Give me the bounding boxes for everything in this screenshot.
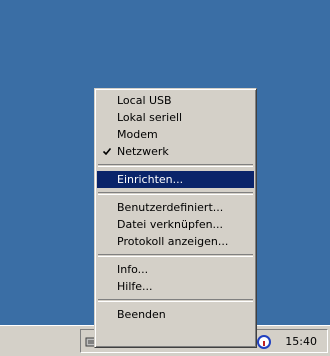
menu-item-local-usb[interactable]: Local USB (97, 92, 254, 109)
menu-item-modem[interactable]: Modem (97, 126, 254, 143)
menu-item-lokal-seriell[interactable]: Lokal seriell (97, 109, 254, 126)
clock[interactable]: 15:40 (285, 335, 317, 349)
menu-item-label: Einrichten... (117, 173, 184, 186)
menu-separator (98, 192, 253, 195)
menu-item-hilfe[interactable]: Hilfe... (97, 278, 254, 295)
menu-separator (98, 254, 253, 257)
menu-item-label: Info... (117, 263, 149, 276)
menu-item-einrichten[interactable]: Einrichten... (97, 171, 254, 188)
menu-item-label: Benutzerdefiniert... (117, 201, 224, 214)
menu-separator (98, 164, 253, 167)
menu-item-beenden[interactable]: Beenden (97, 306, 254, 323)
menu-item-datei-verknuepfen[interactable]: Datei verknüpfen... (97, 216, 254, 233)
menu-item-label: Beenden (117, 308, 166, 321)
menu-separator (98, 299, 253, 302)
menu-item-label: Netzwerk (117, 145, 169, 158)
menu-item-label: Datei verknüpfen... (117, 218, 224, 231)
menu-item-netzwerk[interactable]: Netzwerk (97, 143, 254, 160)
menu-item-protokoll-anzeigen[interactable]: Protokoll anzeigen... (97, 233, 254, 250)
info-icon[interactable] (257, 335, 271, 349)
menu-item-benutzerdefiniert[interactable]: Benutzerdefiniert... (97, 199, 254, 216)
menu-item-label: Local USB (117, 94, 172, 107)
menu-item-label: Lokal seriell (117, 111, 183, 124)
menu-item-label: Protokoll anzeigen... (117, 235, 229, 248)
menu-item-info[interactable]: Info... (97, 261, 254, 278)
context-menu: Local USB Lokal seriell Modem Netzwerk E… (94, 88, 257, 348)
menu-item-label: Hilfe... (117, 280, 153, 293)
menu-item-label: Modem (117, 128, 158, 141)
checkmark-icon (103, 143, 113, 160)
